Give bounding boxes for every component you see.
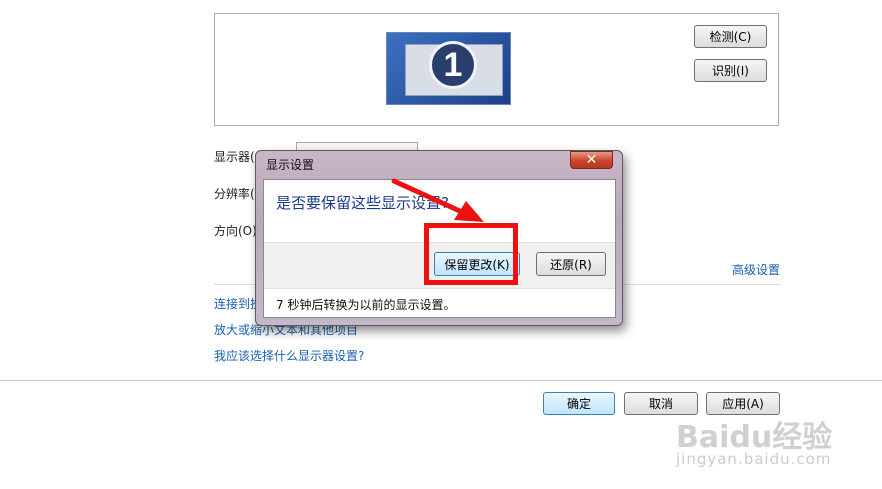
baidu-watermark-url: jingyan.baidu.com	[676, 450, 832, 468]
